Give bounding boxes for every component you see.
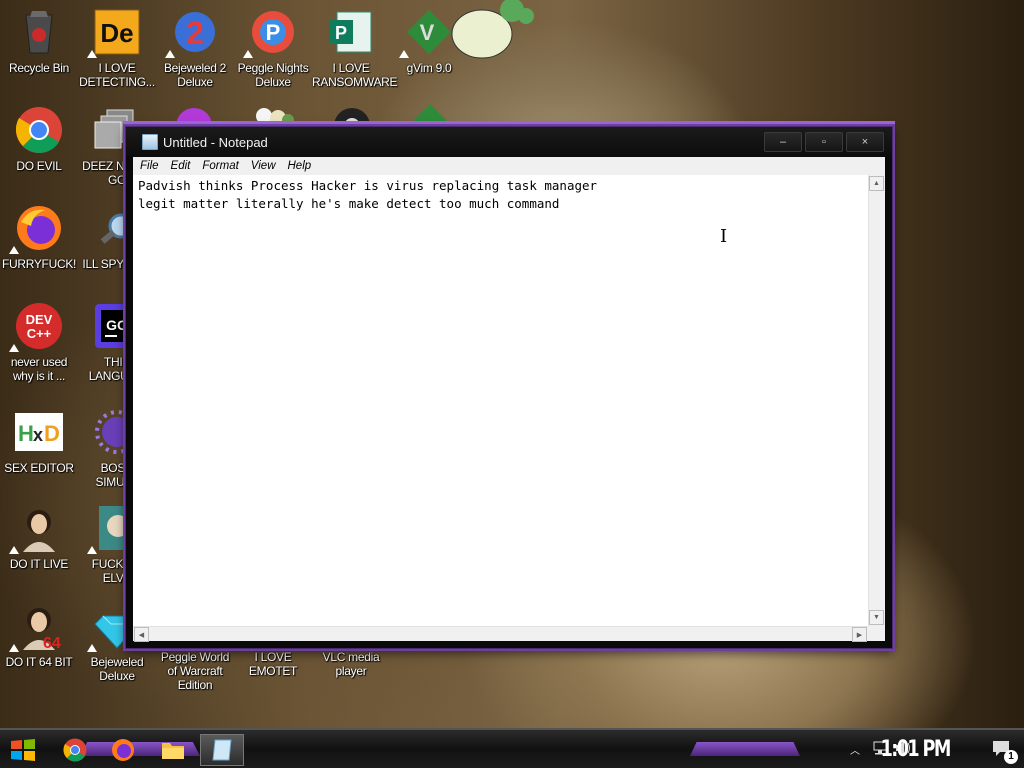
notepad-window[interactable]: Untitled - Notepad – ▫ × File Edit Forma… xyxy=(125,126,893,649)
desktop-icon-ransomware[interactable]: P I LOVE RANSOMWARE xyxy=(312,4,398,92)
clock[interactable]: 1:01 PM xyxy=(880,737,951,762)
desktop-icon-do-evil[interactable]: DO EVIL xyxy=(0,102,78,190)
shortcut-arrow-icon xyxy=(87,644,97,652)
scroll-right-arrow-icon[interactable]: ▶ xyxy=(852,627,867,642)
system-tray: ︿ 1:01 PM 1 xyxy=(824,730,1024,768)
title-bar[interactable]: Untitled - Notepad – ▫ × xyxy=(126,127,892,157)
peggle-icon: P xyxy=(243,8,297,58)
desktop-icon-recycle-bin[interactable]: Recycle Bin xyxy=(0,4,78,92)
menu-bar: File Edit Format View Help xyxy=(133,157,885,175)
desktop-icon-label: VLC media player xyxy=(322,650,380,678)
taskbar-decoration xyxy=(690,742,800,756)
menu-file[interactable]: File xyxy=(140,160,159,172)
svg-text:H: H xyxy=(18,421,34,446)
menu-edit[interactable]: Edit xyxy=(171,160,191,172)
desktop-icon-peggle-nights[interactable]: P Peggle Nights Deluxe xyxy=(234,4,312,92)
desktop-icon-furryfuck[interactable]: FURRYFUCK! xyxy=(0,200,78,288)
hidden-desktop-icon[interactable] xyxy=(330,104,374,144)
svg-text:P: P xyxy=(266,20,281,45)
desktop-icon-do-it-64-bit[interactable]: 64 DO IT 64 BIT xyxy=(0,598,78,686)
start-button[interactable] xyxy=(8,736,38,764)
hidden-desktop-icon[interactable] xyxy=(174,106,214,144)
desktop-icon-label: Peggle Nights Deluxe xyxy=(237,61,309,89)
detect-it-easy-icon: De xyxy=(87,8,141,58)
taskbar-firefox-icon[interactable] xyxy=(108,736,138,764)
shortcut-arrow-icon xyxy=(87,50,97,58)
desktop-icon-label: Peggle World of Warcraft Edition xyxy=(160,650,230,692)
hidden-desktop-icon[interactable] xyxy=(252,104,296,126)
window-title: Untitled - Notepad xyxy=(163,134,268,150)
desktop-icon-sex-editor[interactable]: HxD SEX EDITOR xyxy=(0,404,78,492)
portrait-icon xyxy=(9,504,63,554)
chrome-icon xyxy=(15,106,63,154)
shortcut-arrow-icon xyxy=(9,246,19,254)
desktop-icon-bejeweled-2[interactable]: 2 Bejeweled 2 Deluxe xyxy=(156,4,234,92)
firefox-icon xyxy=(9,204,63,254)
desktop-icon-label: DO IT LIVE xyxy=(9,557,69,571)
text-editor[interactable]: Padvish thinks Process Hacker is virus r… xyxy=(133,175,868,626)
desktop-icon-label: Recycle Bin xyxy=(8,61,70,75)
menu-format[interactable]: Format xyxy=(202,160,238,172)
taskbar-chrome-icon[interactable] xyxy=(60,736,90,764)
desktop-icon-label: DO IT 64 BIT xyxy=(5,655,73,669)
svg-text:P: P xyxy=(335,23,347,43)
notepad-icon xyxy=(142,134,158,150)
shortcut-arrow-icon xyxy=(243,50,253,58)
svg-text:64: 64 xyxy=(43,635,61,650)
minimize-button[interactable]: – xyxy=(764,132,802,152)
desktop-icon-label: I LOVE DETECTING... xyxy=(79,61,155,89)
portrait-64-icon: 64 xyxy=(9,602,63,652)
shortcut-arrow-icon xyxy=(87,546,97,554)
desktop-icon-dev-cpp[interactable]: DEV C++ never used why is it ... xyxy=(0,298,78,386)
svg-text:D: D xyxy=(44,421,60,446)
hidden-desktop-icon[interactable] xyxy=(408,104,452,126)
notification-count-badge: 1 xyxy=(1004,750,1018,764)
desktop-icon-label: Bejeweled Deluxe xyxy=(90,655,144,683)
bejeweled-2-icon: 2 xyxy=(165,8,219,58)
horizontal-scrollbar[interactable]: ◀ ▶ xyxy=(133,626,868,642)
scroll-up-arrow-icon[interactable]: ▲ xyxy=(869,176,884,191)
hxd-icon: HxD xyxy=(15,408,63,456)
maximize-button[interactable]: ▫ xyxy=(805,132,843,152)
desktop-icon-label: I LOVE RANSOMWARE xyxy=(312,61,398,89)
scroll-left-arrow-icon[interactable]: ◀ xyxy=(134,627,149,642)
publisher-icon: P xyxy=(327,8,375,56)
desktop-icon-label: SEX EDITOR xyxy=(4,461,74,475)
desktop-icon-do-it-live[interactable]: DO IT LIVE xyxy=(0,500,78,588)
scroll-down-arrow-icon[interactable]: ▼ xyxy=(869,610,884,625)
menu-help[interactable]: Help xyxy=(288,160,312,172)
vertical-scrollbar[interactable]: ▲ ▼ xyxy=(868,175,885,626)
taskbar-file-explorer-icon[interactable] xyxy=(158,736,188,764)
shortcut-arrow-icon xyxy=(9,546,19,554)
shortcut-arrow-icon xyxy=(9,644,19,652)
shortcut-arrow-icon xyxy=(9,344,19,352)
desktop-icon-label: never used why is it ... xyxy=(10,355,68,383)
desktop-icon-label: I LOVE EMOTET xyxy=(248,650,298,678)
show-hidden-icons-chevron-icon[interactable]: ︿ xyxy=(850,742,860,757)
svg-text:De: De xyxy=(100,18,133,48)
desktop-icon-label: Bejeweled 2 Deluxe xyxy=(163,61,227,89)
resize-grip-icon[interactable] xyxy=(868,626,885,641)
shortcut-arrow-icon xyxy=(399,50,409,58)
taskbar-notepad-button[interactable] xyxy=(200,734,244,766)
text-cursor-icon: I xyxy=(720,226,728,247)
taskbar: ︿ 1:01 PM 1 xyxy=(0,728,1024,768)
shortcut-arrow-icon xyxy=(165,50,175,58)
desktop-icon-detecting[interactable]: De I LOVE DETECTING... xyxy=(78,4,156,92)
desktop-icon-label: DO EVIL xyxy=(16,159,62,173)
recycle-bin-icon xyxy=(15,8,63,56)
close-button[interactable]: × xyxy=(846,132,884,152)
svg-text:C++: C++ xyxy=(27,326,52,341)
svg-text:2: 2 xyxy=(186,15,204,51)
menu-view[interactable]: View xyxy=(251,160,276,172)
svg-text:DEV: DEV xyxy=(26,312,53,327)
dev-cpp-icon: DEV C++ xyxy=(9,302,63,352)
desktop-icon-label: FURRYFUCK! xyxy=(1,257,77,271)
svg-text:x: x xyxy=(33,425,43,445)
cartoon-sticker xyxy=(432,0,536,64)
window-controls: – ▫ × xyxy=(764,132,884,152)
